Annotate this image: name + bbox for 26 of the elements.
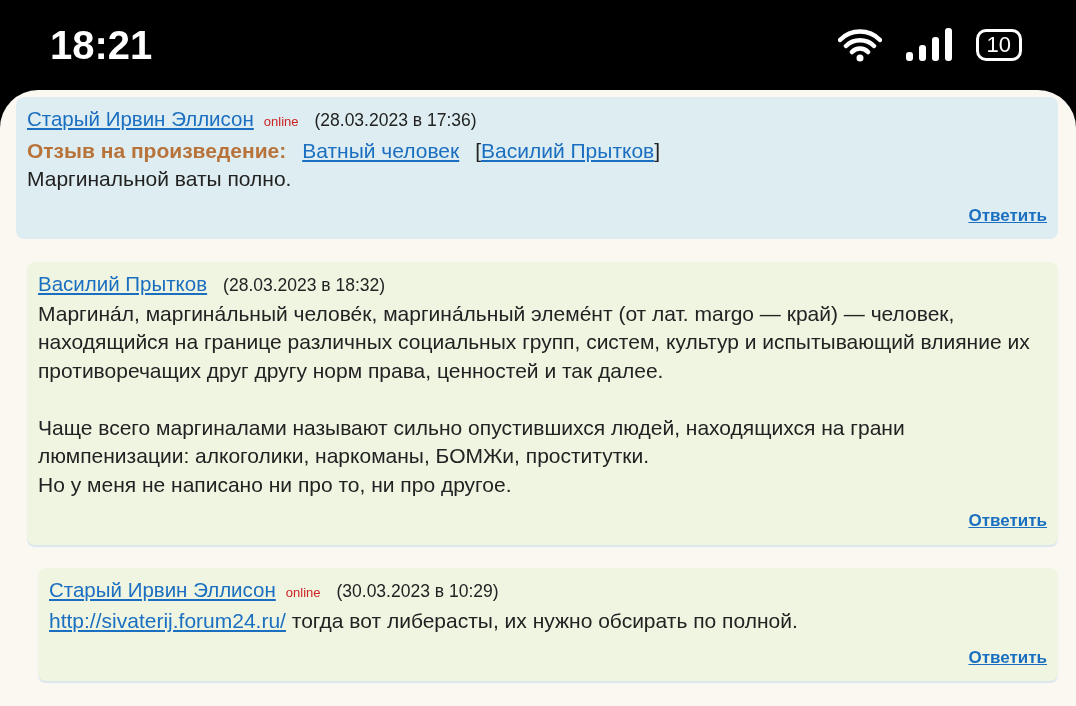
author-link[interactable]: Василий Прытков [481,136,655,165]
comment-date: (28.03.2023 в 17:36) [314,109,477,132]
review-label: Отзыв на произведение: [27,137,287,164]
url-link[interactable]: http://sivaterij.forum24.ru/ [49,609,286,632]
reply-link[interactable]: Ответить [968,201,1047,230]
bracket: [ [475,137,482,164]
work-link[interactable]: Ватный человек [302,136,460,165]
reply-link[interactable]: Ответить [968,643,1047,672]
comment-date: (30.03.2023 в 10:29) [336,579,499,603]
online-status: online [285,583,321,602]
comment-text: Маргина́л, маргина́льный челове́к, маргина́льный элеме́нт (от лат. margo — край) — человек, находящийся на границе различных социальных групп, систем, культур и испытывающий влияние их противоречащих друг другу норм права, ценностей и так далее. [38,300,1031,384]
comment-text: Но у меня не написано ни про то, ни про другое. [38,471,513,498]
battery-icon: 10 [975,29,1022,61]
author-link[interactable]: Старый Ирвин Эллисон [27,105,254,134]
clock-time: 18:21 [50,22,153,69]
comment-text: http://sivaterij.forum24.ru/ тогда вот либерасты, их нужно обсирать по полной. [49,608,799,634]
signal-icon [905,28,952,62]
bracket: ] [654,137,661,164]
author-link[interactable]: Старый Ирвин Эллисон [49,575,276,604]
reply-link[interactable]: Ответить [968,507,1047,536]
online-status: online [263,113,299,131]
comment-date: (28.03.2023 в 18:32) [223,274,386,297]
comment-text: Маргинальной ваты полно. [27,166,293,192]
author-link[interactable]: Василий Прытков [38,270,208,299]
wifi-icon [837,28,882,62]
comment-text: Чаще всего маргиналами называют сильно опустившихся людей, находящихся на грани люмпенизации: алкоголики, наркоманы, БОМЖи, проститутки. [38,414,906,469]
